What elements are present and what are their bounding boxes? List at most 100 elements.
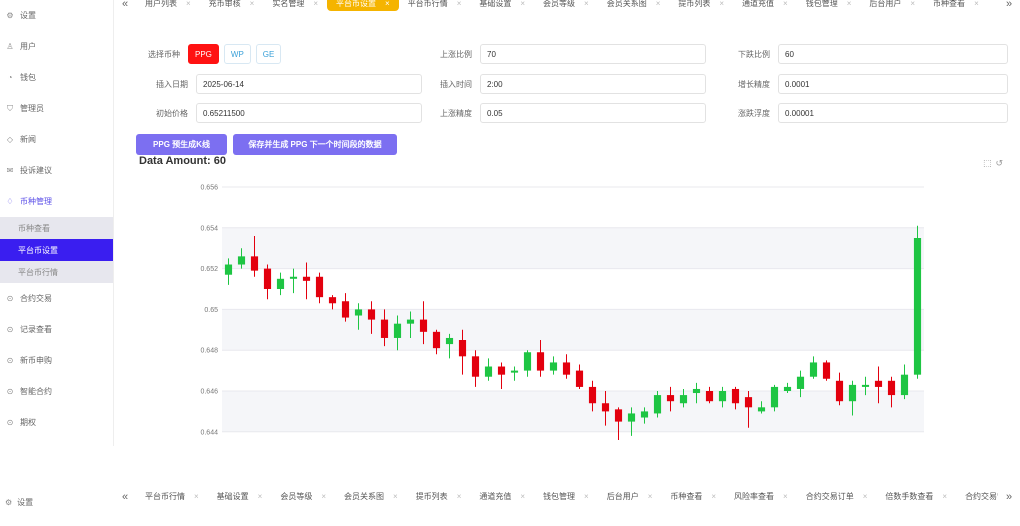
restore-icon[interactable]: ↺ bbox=[996, 158, 1004, 169]
tab[interactable]: 合约交易管理× bbox=[956, 489, 998, 504]
close-icon[interactable]: × bbox=[250, 0, 255, 8]
candle-down[interactable] bbox=[315, 276, 324, 298]
bottom-tabs-scroll-left-icon[interactable]: « bbox=[114, 491, 136, 503]
close-icon[interactable]: × bbox=[313, 0, 318, 8]
sidebar-subitem[interactable]: 币种查看 bbox=[0, 217, 113, 239]
candle-down[interactable] bbox=[536, 352, 545, 371]
tab[interactable]: 实名管理 × bbox=[263, 0, 327, 11]
tab[interactable]: 会员关系图 × bbox=[335, 489, 407, 504]
sidebar-subitem[interactable]: 平台币行情 bbox=[0, 261, 113, 283]
candle-down[interactable] bbox=[419, 319, 428, 332]
candle-up[interactable] bbox=[900, 374, 909, 396]
candle-up[interactable] bbox=[640, 411, 649, 418]
tab[interactable]: 平台币行情 × bbox=[136, 489, 208, 504]
candle-down[interactable] bbox=[601, 403, 610, 412]
sidebar-item-contract[interactable]: ⊙ 合约交易 bbox=[0, 283, 113, 314]
close-icon[interactable]: × bbox=[385, 0, 390, 8]
candle-down[interactable] bbox=[666, 395, 675, 402]
candle-down[interactable] bbox=[458, 340, 467, 357]
tab[interactable]: 会员关系图 × bbox=[598, 0, 670, 11]
coin-button[interactable]: PPG bbox=[188, 44, 219, 64]
tab[interactable]: 提币列表 × bbox=[669, 0, 733, 11]
candle-down[interactable] bbox=[380, 319, 389, 338]
candle-up[interactable] bbox=[224, 264, 233, 275]
growth-precision-input[interactable]: 0.0001 bbox=[778, 74, 1008, 94]
sidebar-item-gear[interactable]: ⚙ 设置 bbox=[0, 0, 113, 31]
candle-down[interactable] bbox=[822, 362, 831, 379]
sidebar-item-record[interactable]: ⊙ 记录查看 bbox=[0, 314, 113, 345]
save-generate-button[interactable]: 保存并生成 PPG 下一个时间段的数据 bbox=[233, 134, 397, 155]
candle-up[interactable] bbox=[510, 370, 519, 373]
close-icon[interactable]: × bbox=[393, 492, 398, 501]
sidebar-item-news[interactable]: ◇ 新闻 bbox=[0, 124, 113, 155]
close-icon[interactable]: × bbox=[711, 492, 716, 501]
candle-up[interactable] bbox=[627, 413, 636, 422]
tab[interactable]: 通道充值 × bbox=[733, 0, 797, 11]
candle-down[interactable] bbox=[887, 380, 896, 396]
candle-down[interactable] bbox=[471, 356, 480, 377]
candle-up[interactable] bbox=[354, 309, 363, 316]
sidebar-item-currency[interactable]: ♢ 币种管理 bbox=[0, 186, 113, 217]
close-icon[interactable]: × bbox=[584, 492, 589, 501]
candle-up[interactable] bbox=[679, 395, 688, 404]
candle-down[interactable] bbox=[263, 268, 272, 289]
candle-down[interactable] bbox=[250, 256, 259, 271]
candle-up[interactable] bbox=[445, 337, 454, 345]
candle-down[interactable] bbox=[367, 309, 376, 320]
close-icon[interactable]: × bbox=[783, 492, 788, 501]
tab[interactable]: 钱包管理 × bbox=[534, 489, 598, 504]
rise-precision-input[interactable]: 0.05 bbox=[480, 103, 706, 123]
candle-down[interactable] bbox=[432, 331, 441, 349]
tab[interactable]: 提币列表 × bbox=[407, 489, 471, 504]
candle-up[interactable] bbox=[757, 407, 766, 412]
tab[interactable]: 会员等级 × bbox=[271, 489, 335, 504]
sidebar-item-wallet[interactable]: ◔ 钱包 bbox=[0, 62, 113, 93]
tabs-scroll-left-icon[interactable]: « bbox=[114, 0, 136, 10]
sidebar-item-user[interactable]: ♙ 用户 bbox=[0, 31, 113, 62]
close-icon[interactable]: × bbox=[719, 0, 724, 8]
coin-button[interactable]: WP bbox=[223, 44, 251, 64]
sidebar-subitem[interactable]: 平台币设置 bbox=[0, 239, 113, 261]
insert-time-input[interactable]: 2:00 bbox=[480, 74, 706, 94]
candle-up[interactable] bbox=[653, 395, 662, 414]
candle-up[interactable] bbox=[549, 362, 558, 371]
tab[interactable]: 通道充值 × bbox=[470, 489, 534, 504]
candle-up[interactable] bbox=[406, 319, 415, 324]
candle-up[interactable] bbox=[718, 391, 727, 402]
tab[interactable]: 用户列表 × bbox=[136, 0, 200, 11]
tab[interactable]: 平台币设置 × bbox=[327, 0, 399, 11]
tab[interactable]: 基础设置 × bbox=[208, 489, 272, 504]
float-input[interactable]: 0.00001 bbox=[778, 103, 1008, 123]
close-icon[interactable]: × bbox=[783, 0, 788, 8]
zoom-icon[interactable]: ⬚ bbox=[983, 158, 992, 169]
candle-up[interactable] bbox=[783, 386, 792, 391]
candle-up[interactable] bbox=[289, 276, 298, 279]
candle-down[interactable] bbox=[562, 362, 571, 375]
tabs-scroll-right-icon[interactable]: » bbox=[998, 0, 1020, 10]
generate-kline-button[interactable]: PPG 预生成K线 bbox=[136, 134, 227, 155]
tab[interactable]: 风险率查看 × bbox=[725, 489, 797, 504]
close-icon[interactable]: × bbox=[520, 492, 525, 501]
close-icon[interactable]: × bbox=[847, 0, 852, 8]
candle-up[interactable] bbox=[692, 388, 701, 394]
coin-button[interactable]: GE bbox=[255, 44, 282, 64]
candle-up[interactable] bbox=[861, 384, 870, 387]
candle-down[interactable] bbox=[614, 409, 623, 422]
close-icon[interactable]: × bbox=[520, 0, 525, 8]
sidebar-item-smart-contract[interactable]: ⊙ 智能合约 bbox=[0, 376, 113, 407]
candle-up[interactable] bbox=[523, 352, 532, 371]
close-icon[interactable]: × bbox=[186, 0, 191, 8]
tab[interactable]: 后台用户 × bbox=[598, 489, 662, 504]
candle-down[interactable] bbox=[328, 297, 337, 304]
close-icon[interactable]: × bbox=[910, 0, 915, 8]
candle-down[interactable] bbox=[835, 380, 844, 402]
close-icon[interactable]: × bbox=[656, 0, 661, 8]
close-icon[interactable]: × bbox=[942, 492, 947, 501]
candle-up[interactable] bbox=[276, 278, 285, 289]
tab[interactable]: 倍数手数查看 × bbox=[876, 489, 956, 504]
tab[interactable]: 合约交易订单 × bbox=[797, 489, 877, 504]
sidebar-item-option[interactable]: ⊙ 期权 bbox=[0, 407, 113, 438]
close-icon[interactable]: × bbox=[648, 492, 653, 501]
candle-up[interactable] bbox=[796, 376, 805, 389]
candle-down[interactable] bbox=[588, 386, 597, 404]
